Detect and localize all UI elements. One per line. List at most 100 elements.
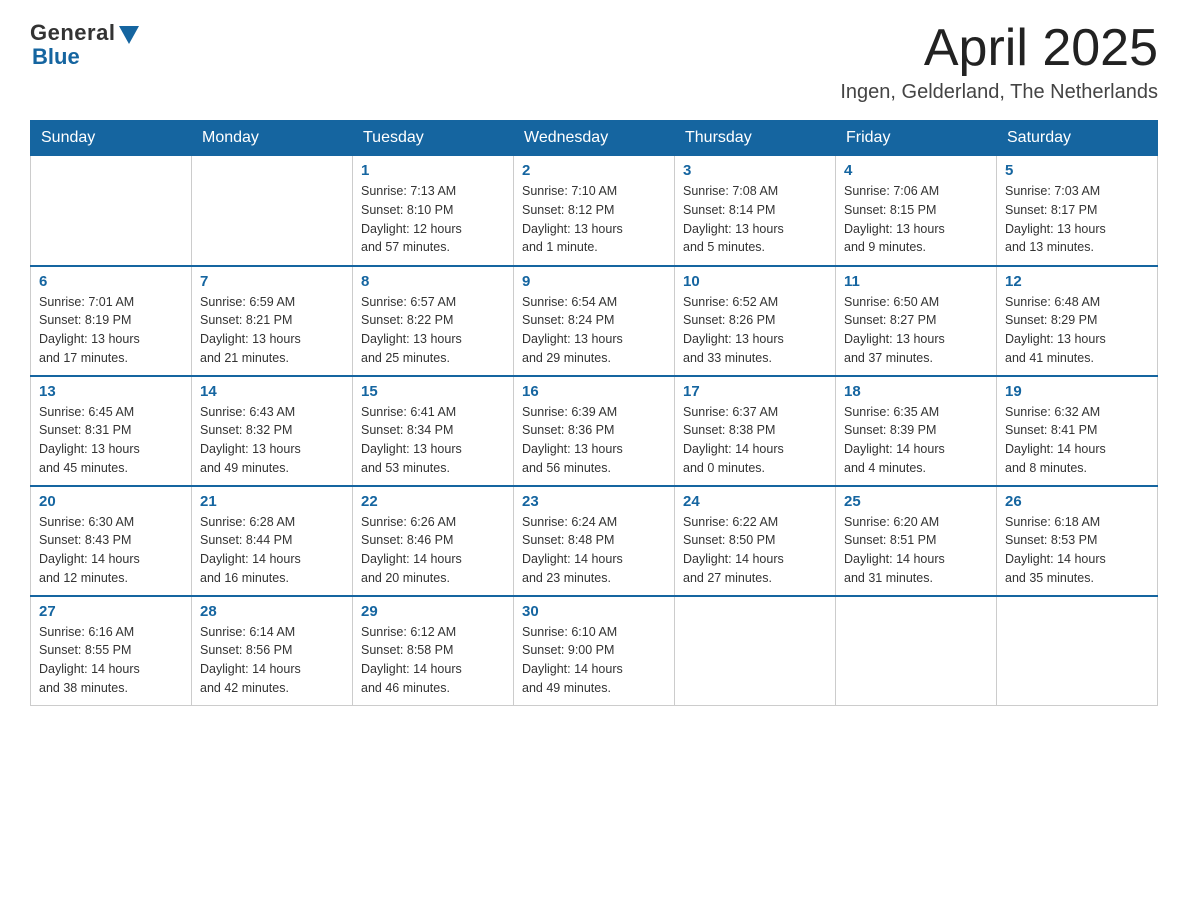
calendar-table: SundayMondayTuesdayWednesdayThursdayFrid… (30, 120, 1158, 706)
calendar-cell (997, 596, 1158, 706)
calendar-cell: 26 Sunrise: 6:18 AM Sunset: 8:53 PM Dayli… (997, 486, 1158, 596)
day-info: Sunrise: 6:22 AM Sunset: 8:50 PM Dayligh… (683, 513, 827, 588)
calendar-cell: 27 Sunrise: 6:16 AM Sunset: 8:55 PM Dayli… (31, 596, 192, 706)
calendar-cell: 16 Sunrise: 6:39 AM Sunset: 8:36 PM Dayli… (514, 376, 675, 486)
calendar-cell: 1Sunrise: 7:13 AM Sunset: 8:10 PM Daylig… (353, 156, 514, 266)
logo-general-text: General (30, 20, 115, 46)
calendar-cell: 10Sunrise: 6:52 AM Sunset: 8:26 PM Dayli… (675, 266, 836, 376)
calendar-cell: 6 Sunrise: 7:01 AM Sunset: 8:19 PM Daylig… (31, 266, 192, 376)
calendar-cell (192, 156, 353, 266)
day-info: Sunrise: 6:45 AM Sunset: 8:31 PM Dayligh… (39, 403, 183, 478)
calendar-cell: 18 Sunrise: 6:35 AM Sunset: 8:39 PM Dayli… (836, 376, 997, 486)
day-info: Sunrise: 7:10 AM Sunset: 8:12 PM Dayligh… (522, 182, 666, 257)
calendar-cell: 14Sunrise: 6:43 AM Sunset: 8:32 PM Dayli… (192, 376, 353, 486)
day-number: 6 (39, 273, 183, 290)
day-info: Sunrise: 7:01 AM Sunset: 8:19 PM Dayligh… (39, 293, 183, 368)
day-info: Sunrise: 6:12 AM Sunset: 8:58 PM Dayligh… (361, 623, 505, 698)
day-number: 27 (39, 603, 183, 620)
day-number: 10 (683, 273, 827, 290)
day-number: 18 (844, 383, 988, 400)
day-info: Sunrise: 7:06 AM Sunset: 8:15 PM Dayligh… (844, 182, 988, 257)
calendar-week-row: 20 Sunrise: 6:30 AM Sunset: 8:43 PM Dayli… (31, 486, 1158, 596)
day-info: Sunrise: 6:41 AM Sunset: 8:34 PM Dayligh… (361, 403, 505, 478)
day-info: Sunrise: 6:14 AM Sunset: 8:56 PM Dayligh… (200, 623, 344, 698)
day-number: 9 (522, 273, 666, 290)
day-number: 13 (39, 383, 183, 400)
day-number: 20 (39, 493, 183, 510)
day-info: Sunrise: 7:08 AM Sunset: 8:14 PM Dayligh… (683, 182, 827, 257)
calendar-cell: 4Sunrise: 7:06 AM Sunset: 8:15 PM Daylig… (836, 156, 997, 266)
calendar-header-sunday: Sunday (31, 121, 192, 156)
title-block: April 2025 Ingen, Gelderland, The Nether… (840, 20, 1158, 104)
day-number: 19 (1005, 383, 1149, 400)
calendar-week-row: 6 Sunrise: 7:01 AM Sunset: 8:19 PM Daylig… (31, 266, 1158, 376)
day-number: 21 (200, 493, 344, 510)
calendar-header-tuesday: Tuesday (353, 121, 514, 156)
day-info: Sunrise: 7:13 AM Sunset: 8:10 PM Dayligh… (361, 182, 505, 257)
calendar-cell: 30 Sunrise: 6:10 AM Sunset: 9:00 PM Dayli… (514, 596, 675, 706)
day-number: 5 (1005, 162, 1149, 179)
calendar-week-row: 27 Sunrise: 6:16 AM Sunset: 8:55 PM Dayli… (31, 596, 1158, 706)
calendar-cell: 15 Sunrise: 6:41 AM Sunset: 8:34 PM Dayli… (353, 376, 514, 486)
day-number: 23 (522, 493, 666, 510)
calendar-cell: 5 Sunrise: 7:03 AM Sunset: 8:17 PM Daylig… (997, 156, 1158, 266)
day-number: 22 (361, 493, 505, 510)
day-info: Sunrise: 6:35 AM Sunset: 8:39 PM Dayligh… (844, 403, 988, 478)
logo-arrow-icon (119, 26, 139, 44)
calendar-cell: 3 Sunrise: 7:08 AM Sunset: 8:14 PM Daylig… (675, 156, 836, 266)
calendar-cell: 22Sunrise: 6:26 AM Sunset: 8:46 PM Dayli… (353, 486, 514, 596)
day-number: 16 (522, 383, 666, 400)
day-number: 2 (522, 162, 666, 179)
month-title: April 2025 (840, 20, 1158, 77)
calendar-cell: 17 Sunrise: 6:37 AM Sunset: 8:38 PM Dayli… (675, 376, 836, 486)
day-info: Sunrise: 6:20 AM Sunset: 8:51 PM Dayligh… (844, 513, 988, 588)
calendar-header-row: SundayMondayTuesdayWednesdayThursdayFrid… (31, 121, 1158, 156)
day-number: 30 (522, 603, 666, 620)
calendar-cell: 21 Sunrise: 6:28 AM Sunset: 8:44 PM Dayli… (192, 486, 353, 596)
day-info: Sunrise: 6:30 AM Sunset: 8:43 PM Dayligh… (39, 513, 183, 588)
calendar-cell (675, 596, 836, 706)
calendar-cell: 12 Sunrise: 6:48 AM Sunset: 8:29 PM Dayli… (997, 266, 1158, 376)
calendar-week-row: 13 Sunrise: 6:45 AM Sunset: 8:31 PM Dayli… (31, 376, 1158, 486)
calendar-header-thursday: Thursday (675, 121, 836, 156)
day-info: Sunrise: 6:10 AM Sunset: 9:00 PM Dayligh… (522, 623, 666, 698)
day-info: Sunrise: 6:50 AM Sunset: 8:27 PM Dayligh… (844, 293, 988, 368)
day-info: Sunrise: 6:28 AM Sunset: 8:44 PM Dayligh… (200, 513, 344, 588)
day-info: Sunrise: 6:39 AM Sunset: 8:36 PM Dayligh… (522, 403, 666, 478)
day-info: Sunrise: 6:18 AM Sunset: 8:53 PM Dayligh… (1005, 513, 1149, 588)
logo: General Blue (30, 20, 139, 70)
day-info: Sunrise: 6:24 AM Sunset: 8:48 PM Dayligh… (522, 513, 666, 588)
day-info: Sunrise: 7:03 AM Sunset: 8:17 PM Dayligh… (1005, 182, 1149, 257)
day-number: 26 (1005, 493, 1149, 510)
calendar-cell (836, 596, 997, 706)
day-number: 8 (361, 273, 505, 290)
day-info: Sunrise: 6:48 AM Sunset: 8:29 PM Dayligh… (1005, 293, 1149, 368)
calendar-cell: 8 Sunrise: 6:57 AM Sunset: 8:22 PM Daylig… (353, 266, 514, 376)
calendar-header-monday: Monday (192, 121, 353, 156)
location-text: Ingen, Gelderland, The Netherlands (840, 81, 1158, 104)
calendar-cell: 7Sunrise: 6:59 AM Sunset: 8:21 PM Daylig… (192, 266, 353, 376)
day-number: 12 (1005, 273, 1149, 290)
day-info: Sunrise: 6:16 AM Sunset: 8:55 PM Dayligh… (39, 623, 183, 698)
day-number: 15 (361, 383, 505, 400)
page-header: General Blue April 2025 Ingen, Gelderlan… (30, 20, 1158, 104)
calendar-cell: 13 Sunrise: 6:45 AM Sunset: 8:31 PM Dayli… (31, 376, 192, 486)
day-number: 3 (683, 162, 827, 179)
day-number: 11 (844, 273, 988, 290)
day-number: 14 (200, 383, 344, 400)
calendar-cell: 11 Sunrise: 6:50 AM Sunset: 8:27 PM Dayli… (836, 266, 997, 376)
calendar-header-friday: Friday (836, 121, 997, 156)
calendar-header-saturday: Saturday (997, 121, 1158, 156)
calendar-cell: 19Sunrise: 6:32 AM Sunset: 8:41 PM Dayli… (997, 376, 1158, 486)
logo-blue-text: Blue (32, 44, 80, 70)
day-info: Sunrise: 6:57 AM Sunset: 8:22 PM Dayligh… (361, 293, 505, 368)
calendar-cell: 20 Sunrise: 6:30 AM Sunset: 8:43 PM Dayli… (31, 486, 192, 596)
day-info: Sunrise: 6:37 AM Sunset: 8:38 PM Dayligh… (683, 403, 827, 478)
calendar-cell: 23 Sunrise: 6:24 AM Sunset: 8:48 PM Dayli… (514, 486, 675, 596)
calendar-cell: 24Sunrise: 6:22 AM Sunset: 8:50 PM Dayli… (675, 486, 836, 596)
day-number: 7 (200, 273, 344, 290)
day-number: 25 (844, 493, 988, 510)
day-number: 17 (683, 383, 827, 400)
calendar-week-row: 1Sunrise: 7:13 AM Sunset: 8:10 PM Daylig… (31, 156, 1158, 266)
calendar-cell: 28Sunrise: 6:14 AM Sunset: 8:56 PM Dayli… (192, 596, 353, 706)
